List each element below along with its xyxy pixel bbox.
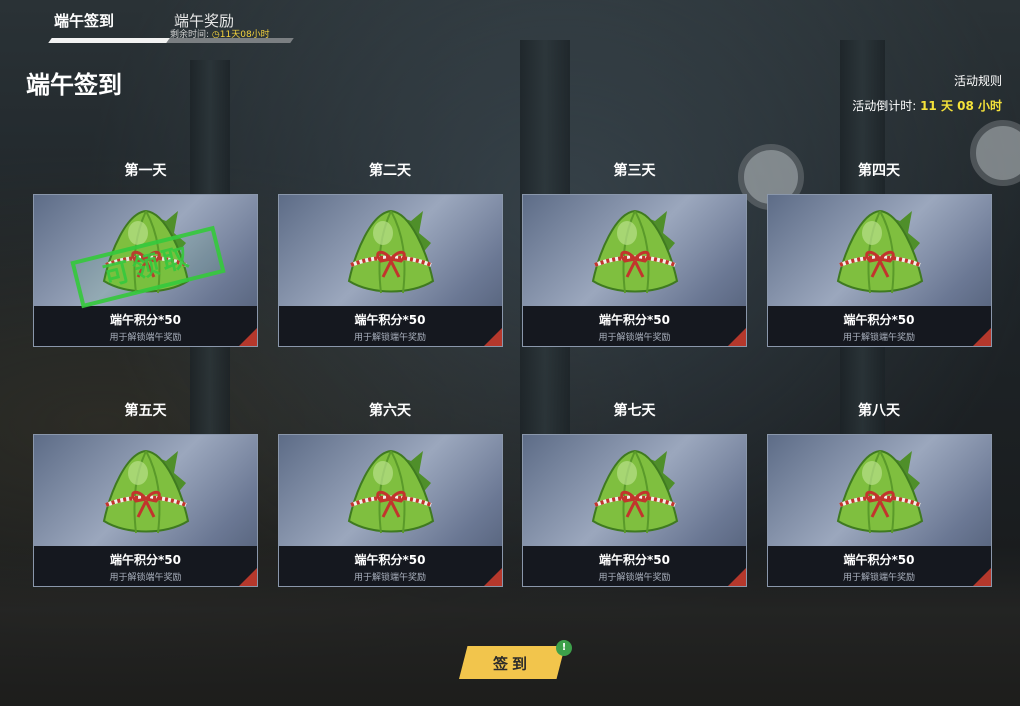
day-slot: 第二天 端午积分*50 用于解锁端午奖励 [277,160,503,350]
day-slot: 第六天 端午积分*50 用于解锁端午奖励 [277,400,503,590]
card-corner-marker [972,328,991,346]
reward-card[interactable]: 端午积分*50 用于解锁端午奖励 [766,194,992,347]
day-slot: 第八天 端午积分*50 用于解锁端午奖励 [766,400,992,590]
reward-footer: 端午积分*50 用于解锁端午奖励 [278,546,502,586]
zongzi-icon [830,443,930,543]
reward-card[interactable]: 端午积分*50 用于解锁端午奖励 [522,194,747,347]
card-corner-marker [728,568,746,586]
tab-rewards[interactable]: 端午奖励 剩余时间: ◷11天08小时 [166,0,296,44]
reward-description: 用于解锁端午奖励 [353,573,426,583]
reward-footer: 端午积分*50 用于解锁端午奖励 [767,306,991,346]
day-title: 第三天 [613,163,656,179]
rules-link[interactable]: 活动规则 [954,72,1002,89]
reward-name: 端午积分*50 [354,553,426,567]
reward-footer: 端午积分*50 用于解锁端午奖励 [523,306,746,346]
reward-description: 用于解锁端午奖励 [598,573,671,583]
sign-in-button-label: 签到 [492,655,531,673]
notification-badge: ! [556,640,572,656]
countdown-value: 11 天 08 小时 [920,99,1002,113]
countdown: 活动倒计时: 11 天 08 小时 [852,97,1002,114]
tab-active-indicator [48,38,176,43]
page-title: 端午签到 [26,71,122,99]
day-title: 第四天 [858,163,900,179]
reward-footer: 端午积分*50 用于解锁端午奖励 [278,306,502,346]
day-slot: 第五天 端午积分*50 用于解锁端午奖励 [33,400,258,590]
day-title: 第六天 [369,403,411,419]
day-title: 第八天 [858,403,900,419]
zongzi-icon [830,203,930,303]
reward-footer: 端午积分*50 用于解锁端午奖励 [523,546,746,586]
reward-footer: 端午积分*50 用于解锁端午奖励 [34,306,257,346]
day-slot: 第三天 端午积分*50 用于解锁端午奖励 [522,160,747,350]
reward-description: 用于解锁端午奖励 [109,333,182,343]
card-corner-marker [239,568,257,586]
reward-name: 端午积分*50 [110,313,181,327]
zongzi-icon [341,203,441,303]
tab-inactive-indicator [166,38,294,43]
card-corner-marker [728,328,746,346]
card-corner-marker [483,568,502,586]
card-corner-marker [972,568,991,586]
reward-name: 端午积分*50 [843,313,915,327]
reward-card[interactable]: 端午积分*50 用于解锁端午奖励 [277,434,503,587]
day-slot: 第四天 端午积分*50 用于解锁端午奖励 [766,160,992,350]
tab-checkin-label: 端午签到 [54,12,115,30]
zongzi-icon [585,443,685,543]
reward-description: 用于解锁端午奖励 [353,333,426,343]
reward-card[interactable]: 端午积分*50 用于解锁端午奖励 [766,434,992,587]
day-slot: 第七天 端午积分*50 用于解锁端午奖励 [522,400,747,590]
tab-checkin[interactable]: 端午签到 [48,0,178,44]
reward-name: 端午积分*50 [354,313,426,327]
zongzi-icon [341,443,441,543]
reward-footer: 端午积分*50 用于解锁端午奖励 [34,546,257,586]
day-title: 第五天 [124,403,167,419]
zongzi-icon [585,203,685,303]
tab-bar: 端午签到 端午奖励 剩余时间: ◷11天08小时 [0,0,320,46]
reward-description: 用于解锁端午奖励 [842,333,915,343]
reward-card[interactable]: 端午积分*50 用于解锁端午奖励 [277,194,503,347]
reward-name: 端午积分*50 [599,313,670,327]
day-slot: 第一天 端午积分*50 用于解锁端午奖励 可领取 [33,160,258,350]
reward-card[interactable]: 端午积分*50 用于解锁端午奖励 [33,434,258,587]
reward-description: 用于解锁端午奖励 [598,333,671,343]
reward-card[interactable]: 端午积分*50 用于解锁端午奖励 [522,434,747,587]
zongzi-icon [96,443,196,543]
day-title: 第七天 [613,403,656,419]
countdown-label: 活动倒计时: [852,99,917,113]
reward-description: 用于解锁端午奖励 [842,573,915,583]
reward-name: 端午积分*50 [599,553,670,567]
reward-card[interactable]: 端午积分*50 用于解锁端午奖励 可领取 [33,194,258,347]
reward-name: 端午积分*50 [110,553,181,567]
day-title: 第一天 [124,163,167,179]
card-corner-marker [239,328,257,346]
sign-in-button[interactable]: 签到 [459,646,565,679]
reward-footer: 端午积分*50 用于解锁端午奖励 [767,546,991,586]
reward-description: 用于解锁端午奖励 [109,573,182,583]
day-title: 第二天 [369,163,411,179]
reward-name: 端午积分*50 [843,553,915,567]
card-corner-marker [483,328,502,346]
